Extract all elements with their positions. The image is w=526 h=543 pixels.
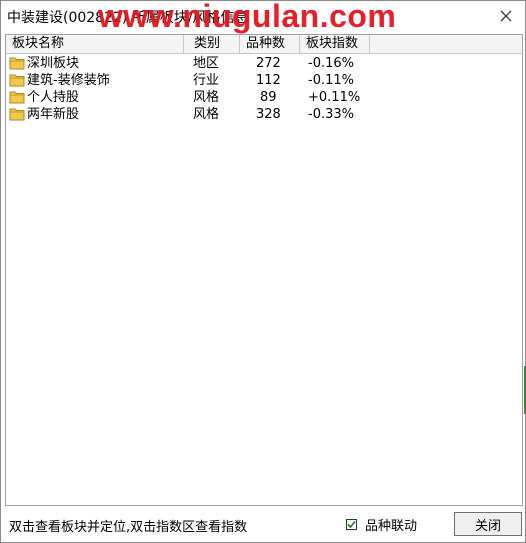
- folder-icon: [9, 108, 25, 121]
- column-header-index[interactable]: 板块指数: [300, 35, 370, 53]
- row-category: 风格: [193, 107, 220, 122]
- column-header-name[interactable]: 板块名称: [6, 35, 184, 53]
- table-row[interactable]: 两年新股 风格 328 -0.33%: [6, 106, 522, 123]
- row-category: 风格: [193, 90, 220, 105]
- dialog-window: 中装建设(002822) 所属板块/风格信息 www.niugulan.com …: [0, 0, 526, 543]
- row-name: 建筑-装修装饰: [27, 73, 110, 88]
- row-count: 112: [256, 73, 281, 88]
- usage-hint: 双击查看板块并定位,双击指数区查看指数: [9, 520, 248, 535]
- table-row[interactable]: 建筑-装修装饰 行业 112 -0.11%: [6, 72, 522, 89]
- row-category: 行业: [193, 73, 220, 88]
- footer-bar: 双击查看板块并定位,双击指数区查看指数 品种联动 关闭: [1, 509, 525, 543]
- watermark-text: www.niugulan.com: [98, 0, 397, 34]
- row-index[interactable]: +0.11%: [308, 89, 360, 106]
- window-close-button[interactable]: [495, 5, 517, 27]
- column-header-count[interactable]: 品种数: [240, 35, 300, 53]
- row-category: 地区: [193, 56, 220, 71]
- column-header-category[interactable]: 类别: [184, 35, 240, 53]
- table-header: 板块名称 类别 品种数 板块指数: [6, 35, 522, 54]
- row-name: 两年新股: [27, 107, 80, 122]
- row-name: 个人持股: [27, 90, 80, 105]
- checkbox-box[interactable]: [346, 518, 357, 530]
- row-index[interactable]: -0.11%: [308, 72, 354, 89]
- folder-icon: [9, 74, 25, 87]
- checkbox-label: 品种联动: [365, 518, 418, 534]
- row-count: 272: [256, 56, 281, 71]
- folder-icon: [9, 57, 25, 70]
- title-bar[interactable]: 中装建设(002822) 所属板块/风格信息 www.niugulan.com: [1, 0, 525, 34]
- row-count: 328: [256, 107, 281, 122]
- row-index[interactable]: -0.33%: [308, 106, 354, 123]
- row-count: 89: [260, 90, 277, 105]
- linkage-checkbox[interactable]: 品种联动: [346, 516, 418, 534]
- table-row[interactable]: 深圳板块 地区 272 -0.16%: [6, 55, 522, 72]
- sector-table: 板块名称 类别 品种数 板块指数 深圳板块 地区 272 -0.16% 建筑-装…: [5, 34, 523, 506]
- checkmark-icon: [347, 520, 356, 528]
- row-name: 深圳板块: [27, 56, 80, 71]
- close-button[interactable]: 关闭: [454, 512, 522, 536]
- table-row[interactable]: 个人持股 风格 89 +0.11%: [6, 89, 522, 106]
- row-index[interactable]: -0.16%: [308, 55, 354, 72]
- close-icon: [500, 10, 512, 22]
- folder-icon: [9, 91, 25, 104]
